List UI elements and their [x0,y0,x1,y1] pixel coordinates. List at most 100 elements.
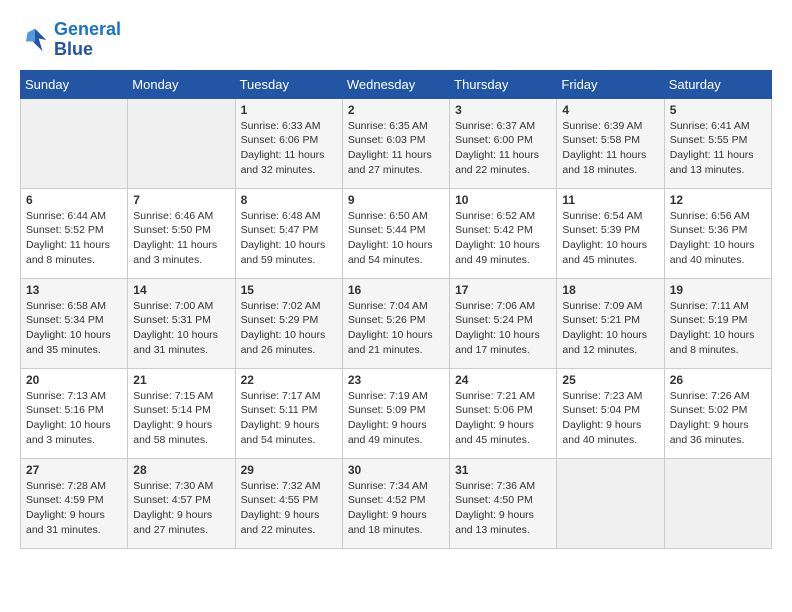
day-content: Sunrise: 7:09 AM Sunset: 5:21 PM Dayligh… [562,299,658,358]
calendar-cell: 7 Sunrise: 6:46 AM Sunset: 5:50 PM Daylig… [128,188,235,278]
calendar-cell: 27 Sunrise: 7:28 AM Sunset: 4:59 PM Dayli… [21,458,128,548]
calendar-week-row: 6 Sunrise: 6:44 AM Sunset: 5:52 PM Daylig… [21,188,772,278]
calendar-cell: 20Sunrise: 7:13 AM Sunset: 5:16 PM Dayli… [21,368,128,458]
day-content: Sunrise: 7:23 AM Sunset: 5:04 PM Dayligh… [562,389,658,448]
logo-text: General Blue [54,20,121,60]
weekday-header-row: SundayMondayTuesdayWednesdayThursdayFrid… [21,70,772,98]
day-number: 21 [133,373,229,387]
calendar-cell: 12 Sunrise: 6:56 AM Sunset: 5:36 PM Dayli… [664,188,771,278]
day-number: 6 [26,193,122,207]
day-content: Sunrise: 6:48 AM Sunset: 5:47 PM Dayligh… [241,209,337,268]
day-number: 30 [348,463,444,477]
day-number: 25 [562,373,658,387]
weekday-header: Thursday [450,70,557,98]
day-number: 24 [455,373,551,387]
day-number: 13 [26,283,122,297]
day-content: Sunrise: 7:34 AM Sunset: 4:52 PM Dayligh… [348,479,444,538]
calendar-week-row: 27 Sunrise: 7:28 AM Sunset: 4:59 PM Dayli… [21,458,772,548]
day-number: 11 [562,193,658,207]
day-content: Sunrise: 7:19 AM Sunset: 5:09 PM Dayligh… [348,389,444,448]
calendar-cell: 28 Sunrise: 7:30 AM Sunset: 4:57 PM Dayli… [128,458,235,548]
calendar-cell: 1Sunrise: 6:33 AM Sunset: 6:06 PM Daylig… [235,98,342,188]
day-number: 28 [133,463,229,477]
calendar-week-row: 13Sunrise: 6:58 AM Sunset: 5:34 PM Dayli… [21,278,772,368]
calendar-week-row: 20Sunrise: 7:13 AM Sunset: 5:16 PM Dayli… [21,368,772,458]
calendar-cell: 13Sunrise: 6:58 AM Sunset: 5:34 PM Dayli… [21,278,128,368]
calendar-cell: 3 Sunrise: 6:37 AM Sunset: 6:00 PM Daylig… [450,98,557,188]
day-content: Sunrise: 7:00 AM Sunset: 5:31 PM Dayligh… [133,299,229,358]
weekday-header: Tuesday [235,70,342,98]
calendar-cell: 19 Sunrise: 7:11 AM Sunset: 5:19 PM Dayli… [664,278,771,368]
day-content: Sunrise: 7:11 AM Sunset: 5:19 PM Dayligh… [670,299,766,358]
day-number: 7 [133,193,229,207]
day-number: 8 [241,193,337,207]
calendar-cell: 26 Sunrise: 7:26 AM Sunset: 5:02 PM Dayli… [664,368,771,458]
day-number: 15 [241,283,337,297]
calendar-cell [128,98,235,188]
day-content: Sunrise: 7:26 AM Sunset: 5:02 PM Dayligh… [670,389,766,448]
weekday-header: Friday [557,70,664,98]
calendar-cell [557,458,664,548]
day-content: Sunrise: 6:44 AM Sunset: 5:52 PM Dayligh… [26,209,122,268]
day-content: Sunrise: 7:15 AM Sunset: 5:14 PM Dayligh… [133,389,229,448]
day-number: 23 [348,373,444,387]
day-number: 12 [670,193,766,207]
weekday-header: Monday [128,70,235,98]
calendar-cell: 16 Sunrise: 7:04 AM Sunset: 5:26 PM Dayli… [342,278,449,368]
day-number: 18 [562,283,658,297]
day-number: 3 [455,103,551,117]
calendar-cell: 31 Sunrise: 7:36 AM Sunset: 4:50 PM Dayli… [450,458,557,548]
calendar-table: SundayMondayTuesdayWednesdayThursdayFrid… [20,70,772,549]
day-number: 20 [26,373,122,387]
day-number: 31 [455,463,551,477]
day-content: Sunrise: 7:36 AM Sunset: 4:50 PM Dayligh… [455,479,551,538]
calendar-cell: 23 Sunrise: 7:19 AM Sunset: 5:09 PM Dayli… [342,368,449,458]
day-content: Sunrise: 6:46 AM Sunset: 5:50 PM Dayligh… [133,209,229,268]
day-number: 1 [241,103,337,117]
calendar-cell: 25 Sunrise: 7:23 AM Sunset: 5:04 PM Dayli… [557,368,664,458]
day-content: Sunrise: 7:32 AM Sunset: 4:55 PM Dayligh… [241,479,337,538]
day-number: 29 [241,463,337,477]
calendar-cell: 30 Sunrise: 7:34 AM Sunset: 4:52 PM Dayli… [342,458,449,548]
day-number: 26 [670,373,766,387]
day-number: 22 [241,373,337,387]
weekday-header: Saturday [664,70,771,98]
day-number: 4 [562,103,658,117]
logo-icon [20,25,50,55]
day-content: Sunrise: 7:30 AM Sunset: 4:57 PM Dayligh… [133,479,229,538]
day-content: Sunrise: 7:06 AM Sunset: 5:24 PM Dayligh… [455,299,551,358]
calendar-cell: 15 Sunrise: 7:02 AM Sunset: 5:29 PM Dayli… [235,278,342,368]
day-content: Sunrise: 6:56 AM Sunset: 5:36 PM Dayligh… [670,209,766,268]
calendar-cell: 17 Sunrise: 7:06 AM Sunset: 5:24 PM Dayli… [450,278,557,368]
calendar-week-row: 1Sunrise: 6:33 AM Sunset: 6:06 PM Daylig… [21,98,772,188]
calendar-cell: 29 Sunrise: 7:32 AM Sunset: 4:55 PM Dayli… [235,458,342,548]
calendar-cell: 22Sunrise: 7:17 AM Sunset: 5:11 PM Dayli… [235,368,342,458]
day-number: 19 [670,283,766,297]
weekday-header: Wednesday [342,70,449,98]
day-content: Sunrise: 7:21 AM Sunset: 5:06 PM Dayligh… [455,389,551,448]
day-number: 16 [348,283,444,297]
day-content: Sunrise: 6:41 AM Sunset: 5:55 PM Dayligh… [670,119,766,178]
day-content: Sunrise: 7:28 AM Sunset: 4:59 PM Dayligh… [26,479,122,538]
calendar-cell: 8 Sunrise: 6:48 AM Sunset: 5:47 PM Daylig… [235,188,342,278]
day-content: Sunrise: 6:50 AM Sunset: 5:44 PM Dayligh… [348,209,444,268]
calendar-cell: 24 Sunrise: 7:21 AM Sunset: 5:06 PM Dayli… [450,368,557,458]
day-number: 17 [455,283,551,297]
calendar-cell: 6 Sunrise: 6:44 AM Sunset: 5:52 PM Daylig… [21,188,128,278]
day-content: Sunrise: 7:04 AM Sunset: 5:26 PM Dayligh… [348,299,444,358]
calendar-cell [21,98,128,188]
day-content: Sunrise: 6:37 AM Sunset: 6:00 PM Dayligh… [455,119,551,178]
calendar-cell: 14 Sunrise: 7:00 AM Sunset: 5:31 PM Dayli… [128,278,235,368]
calendar-cell: 11Sunrise: 6:54 AM Sunset: 5:39 PM Dayli… [557,188,664,278]
calendar-cell: 2Sunrise: 6:35 AM Sunset: 6:03 PM Daylig… [342,98,449,188]
day-content: Sunrise: 7:02 AM Sunset: 5:29 PM Dayligh… [241,299,337,358]
day-number: 14 [133,283,229,297]
calendar-cell: 5Sunrise: 6:41 AM Sunset: 5:55 PM Daylig… [664,98,771,188]
day-number: 9 [348,193,444,207]
weekday-header: Sunday [21,70,128,98]
day-number: 27 [26,463,122,477]
calendar-cell: 10Sunrise: 6:52 AM Sunset: 5:42 PM Dayli… [450,188,557,278]
page-header: General Blue [20,20,772,60]
day-number: 2 [348,103,444,117]
logo: General Blue [20,20,121,60]
